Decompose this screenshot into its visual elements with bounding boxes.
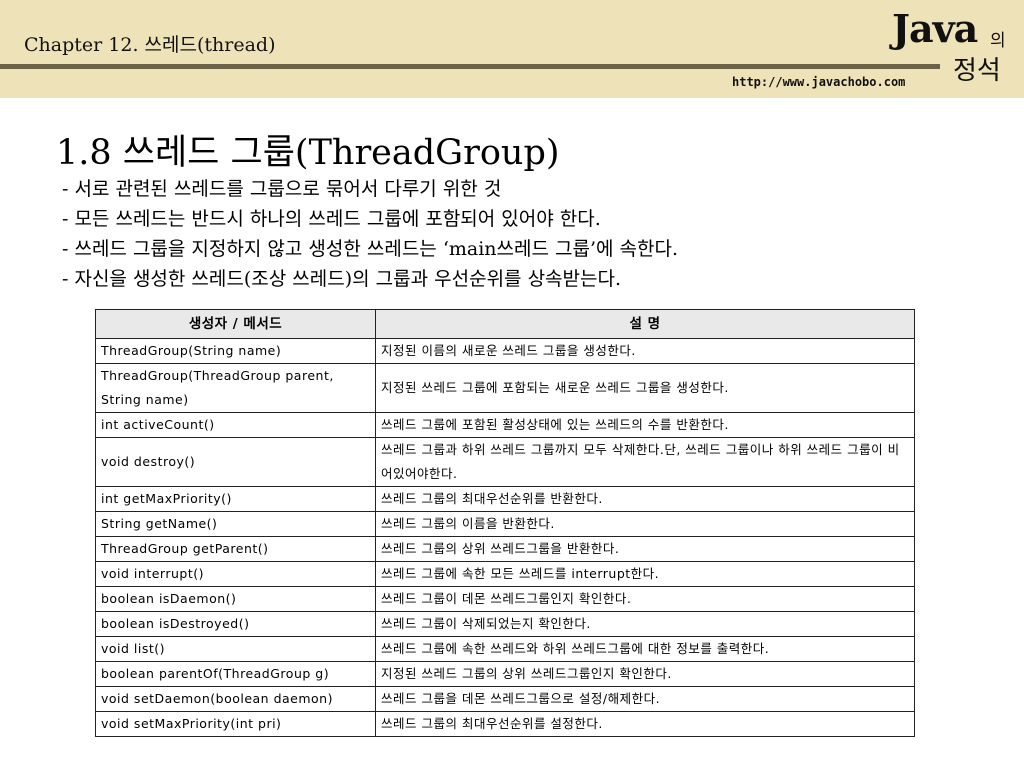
method-cell: void interrupt()	[95, 561, 376, 587]
table-row: String getName() 쓰레드 그룹의 이름을 반환한다.	[95, 511, 915, 537]
table-header-row: 생성자 / 메서드 설 명	[95, 309, 915, 339]
header-method: 생성자 / 메서드	[95, 309, 376, 339]
slide-title: 1.8 쓰레드 그룹(ThreadGroup)	[56, 133, 560, 173]
logo-java: Java	[892, 6, 978, 51]
threadgroup-methods-table: 생성자 / 메서드 설 명 ThreadGroup(String name) 지…	[95, 309, 915, 737]
table-row: boolean parentOf(ThreadGroup g) 지정된 쓰레드 …	[95, 661, 915, 687]
table-row: void interrupt() 쓰레드 그룹에 속한 모든 쓰레드를 inte…	[95, 561, 915, 587]
method-cell: boolean isDestroyed()	[95, 611, 376, 637]
bullet-list: - 서로 관련된 쓰레드를 그룹으로 묶어서 다루기 위한 것 - 모든 쓰레드…	[62, 174, 678, 294]
method-cell: void setDaemon(boolean daemon)	[95, 686, 376, 712]
method-cell: boolean isDaemon()	[95, 586, 376, 612]
site-url[interactable]: http://www.javachobo.com	[732, 75, 905, 89]
description-cell: 쓰레드 그룹에 속한 쓰레드와 하위 쓰레드그룹에 대한 정보를 출력한다.	[375, 636, 915, 662]
bullet-item: - 쓰레드 그룹을 지정하지 않고 생성한 쓰레드는 ‘main쓰레드 그룹’에…	[62, 238, 678, 260]
table-row: int getMaxPriority() 쓰레드 그룹의 최대우선순위를 반환한…	[95, 486, 915, 512]
description-cell: 쓰레드 그룹의 상위 쓰레드그룹을 반환한다.	[375, 536, 915, 562]
description-cell: 지정된 이름의 새로운 쓰레드 그룹을 생성한다.	[375, 338, 915, 364]
description-cell: 쓰레드 그룹을 데몬 쓰레드그룹으로 설정/해제한다.	[375, 686, 915, 712]
method-cell: void destroy()	[95, 437, 376, 487]
bullet-item: - 서로 관련된 쓰레드를 그룹으로 묶어서 다루기 위한 것	[62, 178, 502, 200]
method-cell: String getName()	[95, 511, 376, 537]
table-row: ThreadGroup(ThreadGroup parent, String n…	[95, 363, 915, 413]
method-cell: ThreadGroup(ThreadGroup parent, String n…	[95, 363, 376, 413]
description-cell: 쓰레드 그룹이 삭제되었는지 확인한다.	[375, 611, 915, 637]
table-row: ThreadGroup(String name) 지정된 이름의 새로운 쓰레드…	[95, 338, 915, 364]
header-divider	[0, 64, 940, 69]
chapter-title: Chapter 12. 쓰레드(thread)	[24, 34, 276, 56]
table-row: void setMaxPriority(int pri) 쓰레드 그룹의 최대우…	[95, 711, 915, 737]
header-description: 설 명	[375, 309, 915, 339]
description-cell: 쓰레드 그룹에 속한 모든 쓰레드를 interrupt한다.	[375, 561, 915, 587]
method-cell: ThreadGroup(String name)	[95, 338, 376, 364]
description-cell: 쓰레드 그룹의 이름을 반환한다.	[375, 511, 915, 537]
method-cell: void list()	[95, 636, 376, 662]
description-cell: 지정된 쓰레드 그룹에 포함되는 새로운 쓰레드 그룹을 생성한다.	[375, 363, 915, 413]
description-cell: 쓰레드 그룹과 하위 쓰레드 그룹까지 모두 삭제한다.단, 쓰레드 그룹이나 …	[375, 437, 915, 487]
method-cell: void setMaxPriority(int pri)	[95, 711, 376, 737]
method-cell: ThreadGroup getParent()	[95, 536, 376, 562]
description-cell: 지정된 쓰레드 그룹의 상위 쓰레드그룹인지 확인한다.	[375, 661, 915, 687]
table-row: void list() 쓰레드 그룹에 속한 쓰레드와 하위 쓰레드그룹에 대한…	[95, 636, 915, 662]
description-cell: 쓰레드 그룹이 데몬 쓰레드그룹인지 확인한다.	[375, 586, 915, 612]
table-row: boolean isDestroyed() 쓰레드 그룹이 삭제되었는지 확인한…	[95, 611, 915, 637]
description-cell: 쓰레드 그룹의 최대우선순위를 설정한다.	[375, 711, 915, 737]
description-cell: 쓰레드 그룹에 포함된 활성상태에 있는 쓰레드의 수를 반환한다.	[375, 412, 915, 438]
header-bar: Chapter 12. 쓰레드(thread) http://www.javac…	[0, 0, 1024, 98]
table-row: ThreadGroup getParent() 쓰레드 그룹의 상위 쓰레드그룹…	[95, 536, 915, 562]
table-row: void setDaemon(boolean daemon) 쓰레드 그룹을 데…	[95, 686, 915, 712]
table-row: boolean isDaemon() 쓰레드 그룹이 데몬 쓰레드그룹인지 확인…	[95, 586, 915, 612]
method-cell: int getMaxPriority()	[95, 486, 376, 512]
bullet-item: - 자신을 생성한 쓰레드(조상 쓰레드)의 그룹과 우선순위를 상속받는다.	[62, 268, 622, 290]
table-row: void destroy() 쓰레드 그룹과 하위 쓰레드 그룹까지 모두 삭제…	[95, 437, 915, 487]
description-cell: 쓰레드 그룹의 최대우선순위를 반환한다.	[375, 486, 915, 512]
table-row: int activeCount() 쓰레드 그룹에 포함된 활성상태에 있는 쓰…	[95, 412, 915, 438]
logo-ui: 의	[990, 31, 1006, 51]
method-cell: int activeCount()	[95, 412, 376, 438]
method-cell: boolean parentOf(ThreadGroup g)	[95, 661, 376, 687]
bullet-item: - 모든 쓰레드는 반드시 하나의 쓰레드 그룹에 포함되어 있어야 한다.	[62, 208, 601, 230]
logo-sub: 정석	[953, 56, 1001, 86]
